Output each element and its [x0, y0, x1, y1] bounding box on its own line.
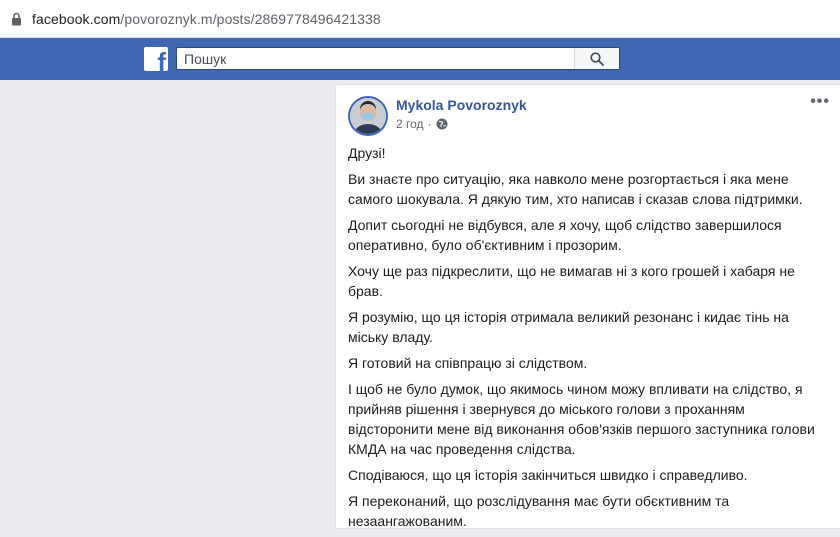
search-icon [590, 51, 604, 66]
facebook-top-bar: f [0, 38, 840, 80]
facebook-logo-letter: f [157, 47, 166, 71]
post-paragraph: Я готовий на співпрацю зі слідством. [348, 355, 588, 371]
post-paragraph: Я розумію, що ця історія отримала велики… [348, 309, 789, 345]
post-author-name[interactable]: Mykola Povoroznyk [396, 97, 527, 113]
globe-icon[interactable] [436, 118, 448, 130]
post-paragraph: Друзі! [348, 145, 386, 161]
search-box[interactable] [176, 47, 620, 70]
meta-separator: · [427, 117, 432, 131]
post-paragraph: І щоб не було думок, що якимось чином мо… [348, 381, 815, 457]
search-input[interactable] [184, 50, 564, 67]
more-options-icon[interactable]: ••• [810, 93, 830, 111]
lock-icon[interactable] [11, 12, 22, 26]
post-body: Друзі! Ви знаєте про ситуацію, яка навко… [348, 143, 828, 537]
post-paragraph: Хочу ще раз підкреслити, що не вимагав н… [348, 263, 795, 299]
post-paragraph: Допит сьогодні не відбувся, але я хочу, … [348, 217, 782, 253]
search-button[interactable] [574, 48, 619, 69]
post-timestamp[interactable]: 2 год [396, 117, 424, 131]
post-paragraph: Сподіваюся, що ця історія закінчиться шв… [348, 467, 748, 483]
facebook-logo-icon[interactable]: f [144, 47, 168, 71]
post-paragraph: Я переконаний, що розслідування має бути… [348, 493, 730, 529]
post-paragraph: Ви знаєте про ситуацію, яка навколо мене… [348, 171, 803, 207]
url-host: facebook.com [32, 10, 121, 27]
url-path: /povoroznyk.m/posts/2869778496421338 [120, 10, 381, 27]
avatar[interactable] [348, 96, 388, 136]
browser-address-bar[interactable]: facebook.com/povoroznyk.m/posts/28697784… [0, 0, 840, 38]
url-text[interactable]: facebook.com/povoroznyk.m/posts/28697784… [32, 11, 381, 27]
post-meta: 2 год · [396, 117, 448, 131]
post-card: Mykola Povoroznyk 2 год · ••• Друзі! Ви … [335, 84, 840, 529]
